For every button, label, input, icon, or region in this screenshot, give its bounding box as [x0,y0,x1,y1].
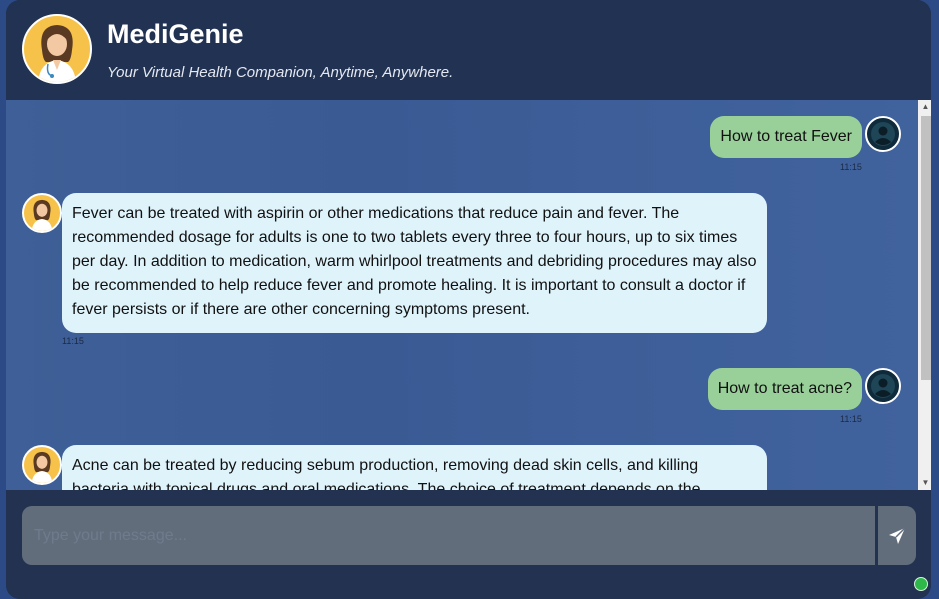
bot-avatar-icon [22,193,62,233]
bot-message: Acne can be treated by reducing sebum pr… [62,445,767,490]
message-time: 11:15 [840,414,862,424]
bot-avatar-icon [22,445,62,485]
doctor-avatar-icon [22,14,92,84]
message-time: 11:15 [62,336,84,346]
scroll-thumb[interactable] [921,116,931,380]
chat-header: MediGenie Your Virtual Health Companion,… [6,0,931,100]
composer-bar [6,490,931,599]
scroll-down-arrow-icon[interactable]: ▼ [918,476,931,490]
message-input[interactable] [22,506,875,565]
app-title: MediGenie [107,19,244,49]
message-list[interactable]: How to treat Fever 11:15 Fever can be tr… [6,100,918,490]
user-avatar-icon [865,116,901,152]
user-message: How to treat acne? [707,368,862,410]
online-status-dot [914,577,928,591]
user-message: How to treat Fever [710,116,862,158]
message-time: 11:15 [840,162,862,172]
user-avatar-icon [865,368,901,404]
send-button[interactable] [878,506,916,565]
chat-scrollbar[interactable]: ▲ ▼ [918,100,931,490]
bot-message: Fever can be treated with aspirin or oth… [62,193,767,333]
scroll-up-arrow-icon[interactable]: ▲ [918,100,931,114]
chat-window: MediGenie Your Virtual Health Companion,… [6,0,931,599]
app-subtitle: Your Virtual Health Companion, Anytime, … [107,64,454,81]
send-icon [889,526,906,544]
